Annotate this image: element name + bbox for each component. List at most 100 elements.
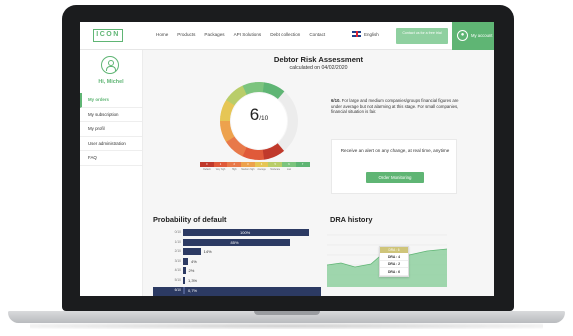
risk-scale-segment: 6	[282, 162, 296, 167]
score-explanation-strong: 6/10.	[331, 98, 341, 103]
risk-scale-label: Low	[286, 169, 292, 171]
tooltip-item-label: DRA : 4	[387, 254, 401, 259]
language-label: English	[364, 31, 379, 37]
tooltip-item-label: DRA : 6	[387, 269, 401, 274]
gauge-arc-segment	[228, 138, 239, 149]
order-monitoring-button[interactable]: Order Monitoring	[366, 172, 424, 183]
probability-value: 85%	[230, 239, 239, 245]
risk-scale-segment: 4	[254, 162, 269, 167]
probability-bar-track: 85%	[183, 238, 309, 246]
tooltip-item: DRA : 6	[380, 268, 408, 276]
gauge-arc-segment	[272, 86, 281, 98]
gauge-arc-segment	[220, 111, 231, 118]
monitoring-alert-card: Receive an alert on any change, at real …	[331, 139, 457, 194]
page-title: Debtor Risk Assessment	[273, 55, 364, 64]
sidebar-item-faq[interactable]: FAQ	[80, 151, 142, 166]
nav-packages[interactable]: Packages	[204, 32, 224, 37]
score-explanation: 6/10. For large and medium companies/gro…	[331, 98, 463, 115]
sidebar-item-user-administration[interactable]: User administration	[80, 137, 142, 151]
gauge-arc-segment	[265, 83, 274, 94]
probability-bar-track: 4%	[183, 257, 309, 265]
gauge-arc-segment	[271, 145, 281, 156]
score-max: /10	[259, 115, 269, 122]
score-readout: 6/10	[231, 105, 287, 125]
probability-value: 14%	[203, 249, 212, 255]
gauge-arc-segment	[222, 130, 233, 139]
probability-row-label: 2/10	[174, 249, 181, 254]
tooltip-item: DRA : 4	[380, 253, 408, 261]
nav-products[interactable]: Products	[177, 32, 195, 37]
nav-home[interactable]: Home	[156, 32, 168, 37]
sidebar-menu: My orders My subscription My profil User…	[80, 93, 142, 166]
laptop-shadow	[30, 323, 543, 329]
user-greeting: Hi, Michel	[98, 79, 124, 85]
risk-scale-label: Default	[203, 169, 211, 171]
top-navigation-bar: ICON Home Products Packages API Solution…	[80, 22, 494, 50]
uk-flag-icon	[352, 31, 361, 37]
alert-text: Receive an alert on any change, at real …	[340, 148, 450, 153]
sidebar-item-my-profil[interactable]: My profil	[80, 122, 142, 137]
gauge-arc-segment	[246, 82, 254, 94]
gauge-arc-segment	[220, 107, 232, 115]
score-explanation-text: For large and medium companies/groups fi…	[331, 98, 459, 115]
probability-value: 4%	[191, 258, 197, 264]
gauge-arc-segment	[225, 136, 237, 146]
gauge-arc-segment	[231, 141, 242, 152]
gauge-arc-segment	[262, 82, 269, 93]
nav-contact[interactable]: Contact	[309, 32, 325, 37]
gauge-arc-segment	[250, 82, 257, 93]
risk-scale-label	[296, 169, 310, 171]
probability-row-label: 1/10	[174, 239, 181, 244]
probability-bar	[183, 267, 186, 275]
nav-debt-collection[interactable]: Debt collection	[270, 32, 300, 37]
probability-bar	[183, 257, 189, 265]
probability-value: 0,7%	[188, 287, 198, 293]
probability-row-label: 5/10	[174, 277, 181, 282]
risk-scale-label: Moderate	[270, 169, 281, 171]
risk-scale: 01234567	[200, 162, 310, 167]
calculation-date: calculated on 04/02/2020	[289, 65, 348, 71]
gauge-arc-segment	[242, 147, 250, 158]
probability-row-label: 0/10	[174, 230, 181, 234]
gauge-arc-segment	[234, 143, 244, 155]
gauge-arc-segment	[250, 149, 257, 160]
probability-bar-track: 2%	[183, 267, 309, 275]
tooltip-item-label: DRA : 2	[387, 262, 401, 266]
gauge-arc-segment	[231, 90, 242, 101]
brand-logo[interactable]: ICON	[93, 29, 123, 42]
probability-value: 100%	[240, 230, 251, 235]
gauge-arc-segment	[223, 133, 235, 142]
risk-scale-segment: 1	[213, 162, 228, 167]
probability-value: 2%	[188, 268, 195, 274]
contact-trial-button[interactable]: Contact us for a free trial	[396, 28, 448, 44]
probability-bar	[183, 286, 185, 294]
probability-row: 3/10 4%	[153, 257, 321, 268]
probability-row: 4/10 2%	[153, 267, 321, 277]
gauge-arc-segment	[246, 148, 254, 160]
dra-history-title: DRA history	[330, 215, 373, 224]
gauge-arc-segment	[268, 146, 277, 158]
risk-scale-segment: 3	[241, 162, 255, 167]
nav-api-solutions[interactable]: API Solutions	[234, 32, 262, 37]
language-selector[interactable]: English	[352, 31, 379, 37]
probability-value: 1,3%	[188, 277, 198, 283]
probability-bar-track: 1,3%	[183, 276, 309, 284]
gauge-arc-segment	[220, 127, 232, 135]
risk-scale-segment: 5	[268, 162, 283, 167]
probability-row: 6/10 0,7%	[153, 286, 321, 296]
probability-bar-track: 100%	[183, 229, 309, 236]
probability-row: 0/10 100%	[153, 229, 321, 239]
user-icon: ●	[457, 30, 468, 41]
probability-row-label: 4/10	[174, 268, 181, 273]
risk-scale-segment: 2	[227, 162, 242, 167]
gauge-arc-segment	[222, 103, 234, 112]
main-content: Debtor Risk Assessment calculated on 04/…	[143, 50, 494, 296]
risk-scale-segment: 0	[200, 162, 214, 167]
gauge-arc-segment	[228, 92, 239, 103]
gauge-arc-segment	[226, 96, 237, 106]
sidebar-item-my-orders[interactable]: My orders	[80, 93, 142, 108]
risk-scale-labels: Default Very high High Medium high Average Mo…	[200, 169, 310, 171]
gauge-arc-segment	[234, 87, 245, 99]
sidebar-item-my-subscription[interactable]: My subscription	[80, 108, 142, 122]
my-account-button[interactable]: ● My account	[452, 22, 494, 50]
